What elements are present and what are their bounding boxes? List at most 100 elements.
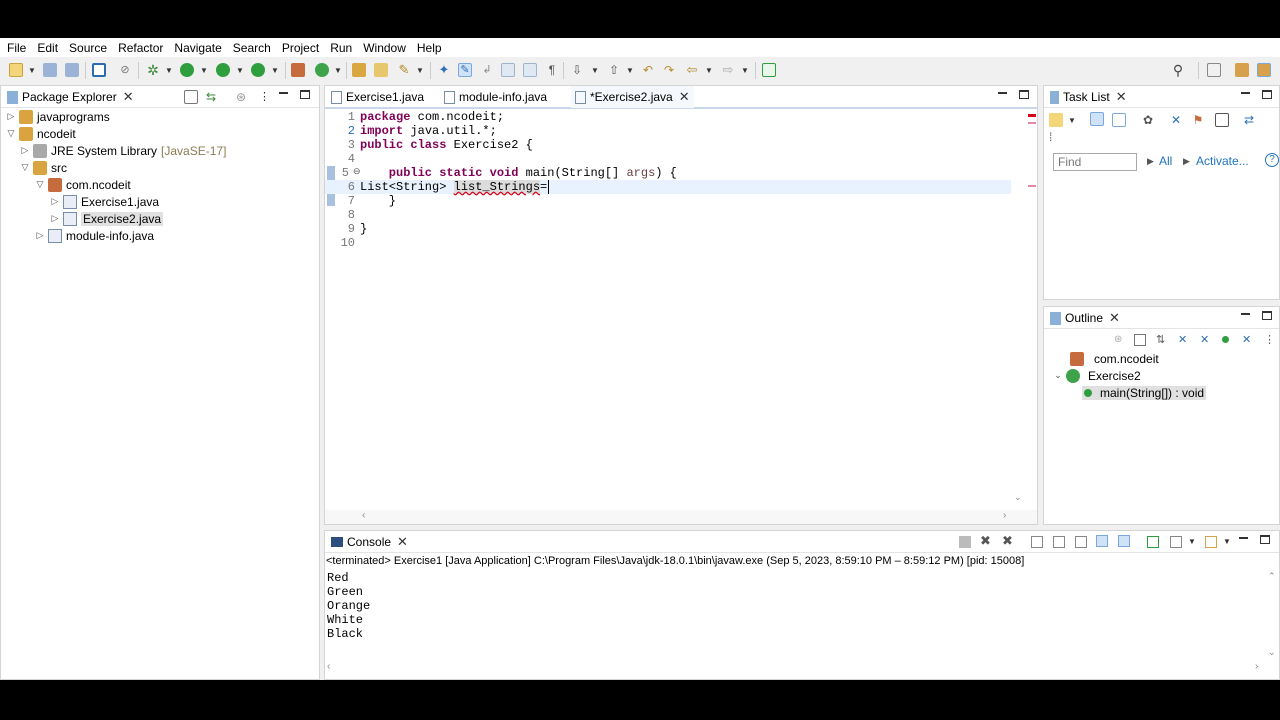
- tab-task-list[interactable]: Task List ✕: [1050, 86, 1127, 108]
- chevron-down-icon[interactable]: ▼: [1068, 116, 1076, 125]
- close-icon[interactable]: ✕: [123, 89, 134, 105]
- outline-item-class[interactable]: ⌄ Exercise2: [1052, 367, 1141, 384]
- tree-item-src[interactable]: ▽ src: [19, 159, 67, 176]
- close-icon[interactable]: ✕: [679, 89, 690, 105]
- run-icon[interactable]: [180, 63, 194, 77]
- menu-help[interactable]: Help: [417, 41, 442, 55]
- menu-refactor[interactable]: Refactor: [118, 41, 163, 55]
- scroll-right-icon[interactable]: ›: [1003, 510, 1006, 521]
- chevron-right-icon[interactable]: ▷: [5, 111, 17, 122]
- console-output[interactable]: Red Green Orange White Black ⌃ ⌄ ‹ ›: [325, 569, 1279, 679]
- chevron-down-icon[interactable]: ▼: [416, 66, 424, 75]
- sort-icon[interactable]: ⇅: [1156, 333, 1168, 346]
- chevron-down-icon[interactable]: ▽: [19, 162, 31, 173]
- save-all-icon[interactable]: [65, 63, 79, 77]
- menu-search[interactable]: Search: [233, 41, 271, 55]
- java-perspective-icon[interactable]: [1257, 63, 1271, 77]
- chevron-down-icon[interactable]: ▼: [741, 66, 749, 75]
- overview-marker[interactable]: [1028, 185, 1036, 187]
- coverage-icon[interactable]: [216, 63, 230, 77]
- menu-source[interactable]: Source: [69, 41, 107, 55]
- horizontal-scrollbar[interactable]: ‹ ›: [325, 510, 1037, 524]
- focus-icon[interactable]: ⊛: [1114, 334, 1126, 346]
- chevron-right-icon[interactable]: ▷: [19, 145, 31, 156]
- new-icon[interactable]: [9, 63, 23, 77]
- minimize-icon[interactable]: [1239, 536, 1248, 539]
- hide-nonpublic-icon[interactable]: [1222, 336, 1229, 343]
- pilcrow-icon[interactable]: ¶: [545, 63, 559, 77]
- menu-project[interactable]: Project: [282, 41, 319, 55]
- tab-package-explorer[interactable]: Package Explorer ✕: [7, 86, 134, 108]
- overview-marker[interactable]: [1028, 122, 1036, 124]
- code-area[interactable]: ✕ ⊖ 1 2 3 4 5 6 7 8 9 10 package com.nco…: [325, 110, 1037, 510]
- chevron-down-icon[interactable]: ▼: [1188, 537, 1196, 546]
- all-link[interactable]: All: [1159, 154, 1172, 168]
- maximize-icon[interactable]: [1262, 311, 1272, 320]
- forward-edit-icon[interactable]: ↷: [662, 63, 676, 77]
- chevron-down-icon[interactable]: ▼: [591, 66, 599, 75]
- tree-item-ncodeit[interactable]: ▽ ncodeit: [5, 125, 76, 142]
- block-select-icon[interactable]: [501, 63, 515, 77]
- search-icon[interactable]: ⚲: [1171, 63, 1185, 77]
- back-icon[interactable]: ⇦: [685, 63, 699, 77]
- outline-item-main[interactable]: main(String[]) : void: [1082, 384, 1207, 401]
- tab-module-info[interactable]: module-info.java: [444, 86, 547, 108]
- error-token[interactable]: list_Strings: [453, 180, 541, 194]
- menu-run[interactable]: Run: [330, 41, 352, 55]
- debug-icon[interactable]: ✲: [146, 63, 160, 77]
- collapse-all-icon[interactable]: [1134, 334, 1146, 346]
- maximize-icon[interactable]: [1260, 535, 1270, 544]
- help-icon[interactable]: ?: [1265, 153, 1279, 167]
- open-type-icon[interactable]: [352, 63, 366, 77]
- open-task-icon[interactable]: [374, 63, 388, 77]
- scroll-down-icon[interactable]: ⌄: [1014, 492, 1022, 503]
- tab-outline[interactable]: Outline ✕: [1050, 307, 1120, 329]
- show-whitespace-icon[interactable]: [523, 63, 537, 77]
- chevron-down-icon[interactable]: ▽: [34, 179, 46, 190]
- synchronize-icon[interactable]: ⚑: [1191, 113, 1205, 127]
- view-menu-icon[interactable]: ⋮: [1264, 333, 1276, 346]
- word-wrap-icon[interactable]: [1075, 536, 1087, 548]
- new-class-icon[interactable]: [315, 63, 329, 77]
- find-input[interactable]: Find: [1053, 153, 1137, 171]
- tree-item-module-info[interactable]: ▷ module-info.java: [34, 227, 154, 244]
- display-console-icon[interactable]: [1170, 536, 1182, 548]
- close-icon[interactable]: ✕: [1109, 310, 1120, 326]
- chevron-down-icon[interactable]: ▼: [626, 66, 634, 75]
- chevron-down-icon[interactable]: ▼: [334, 66, 342, 75]
- collapse-all-icon[interactable]: [1215, 113, 1229, 127]
- terminate-icon[interactable]: [959, 536, 971, 548]
- scroll-left-icon[interactable]: ‹: [327, 661, 330, 672]
- tab-exercise1[interactable]: Exercise1.java: [331, 86, 424, 108]
- minimize-icon[interactable]: [279, 91, 288, 94]
- hide-local-types-icon[interactable]: ✕: [1242, 333, 1254, 346]
- minimize-icon[interactable]: [1241, 91, 1250, 94]
- word-wrap-icon[interactable]: ↲: [480, 63, 494, 77]
- link-icon[interactable]: ⇄: [1242, 113, 1256, 127]
- categorized-icon[interactable]: [1090, 112, 1104, 126]
- show-on-error-icon[interactable]: [1118, 535, 1130, 547]
- remove-launch-icon[interactable]: ✖: [980, 534, 992, 547]
- link-with-editor-icon[interactable]: ⇆: [204, 90, 218, 104]
- menu-navigate[interactable]: Navigate: [174, 41, 221, 55]
- minimize-icon[interactable]: [998, 91, 1007, 94]
- maximize-icon[interactable]: [300, 90, 310, 99]
- next-annotation-icon[interactable]: ⇩: [570, 63, 584, 77]
- hide-completed-icon[interactable]: ✕: [1169, 113, 1183, 127]
- tree-item-exercise1[interactable]: ▷ Exercise1.java: [49, 193, 159, 210]
- save-icon[interactable]: [43, 63, 57, 77]
- maximize-icon[interactable]: [1262, 90, 1272, 99]
- annotation-icon[interactable]: ✦: [437, 63, 451, 77]
- new-task-icon[interactable]: [1049, 113, 1063, 127]
- scroll-right-icon[interactable]: ›: [1255, 661, 1258, 672]
- mark-occurrences-icon[interactable]: ✎: [458, 63, 472, 77]
- search-tool-icon[interactable]: ✎: [397, 63, 411, 77]
- chevron-down-icon[interactable]: ▼: [165, 66, 173, 75]
- scroll-up-icon[interactable]: ⌃: [1268, 571, 1276, 582]
- tree-item-javaprograms[interactable]: ▷ javaprograms: [5, 108, 110, 125]
- pin-console-icon[interactable]: [1147, 536, 1159, 548]
- scheduled-icon[interactable]: [1112, 113, 1126, 127]
- filters-icon[interactable]: ⊛: [234, 90, 248, 104]
- open-perspective-icon[interactable]: [1207, 63, 1221, 77]
- hide-static-icon[interactable]: ✕: [1200, 333, 1212, 346]
